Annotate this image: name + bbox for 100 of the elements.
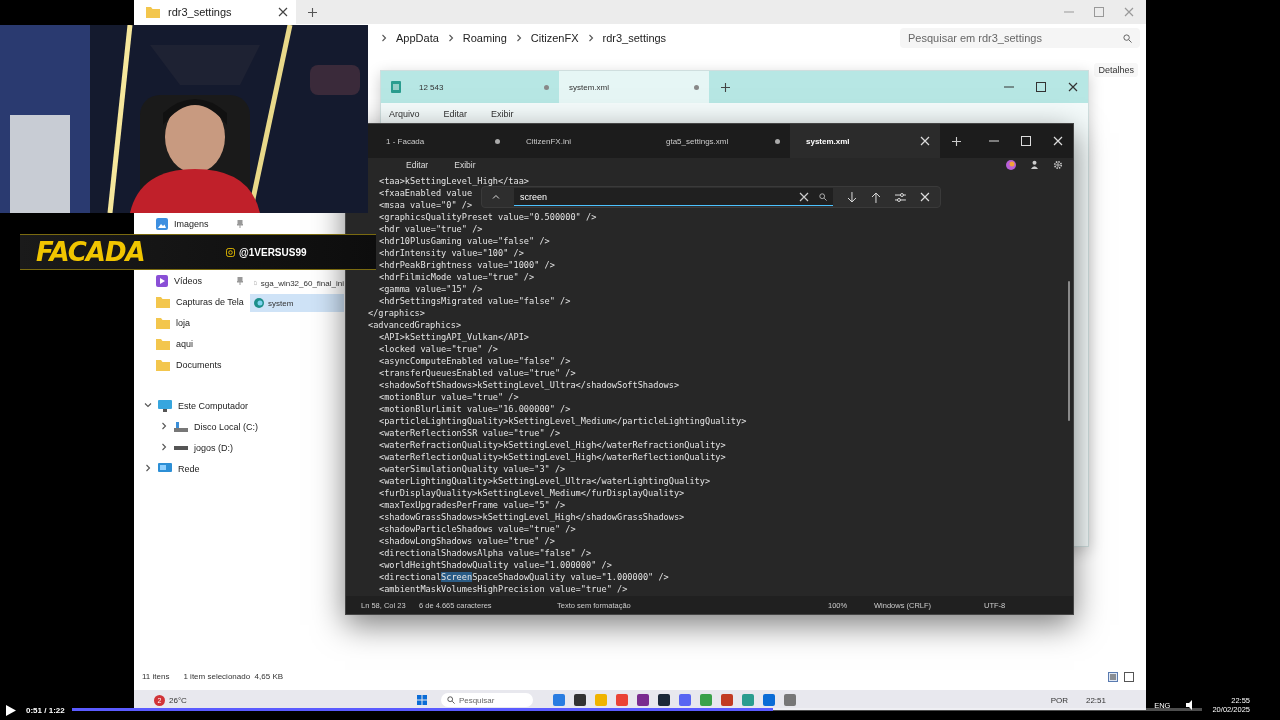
search-icon xyxy=(1123,33,1132,43)
clock-text[interactable]: 22:51 xyxy=(1085,695,1106,705)
breadcrumb-item[interactable]: Roaming xyxy=(462,32,507,44)
weather-text[interactable]: 26°C xyxy=(169,695,187,705)
taskbar-search[interactable]: Pesquisar xyxy=(440,693,533,707)
code-line: <directionalShadowsAlpha value="false" /> xyxy=(378,547,592,559)
chevron-right-icon[interactable] xyxy=(586,34,595,42)
menu-item[interactable]: Editar xyxy=(406,159,429,170)
monitor-icon xyxy=(158,399,172,412)
file-icon xyxy=(254,278,257,288)
chevron-right-icon[interactable] xyxy=(514,34,523,42)
list-view-icon[interactable] xyxy=(1108,672,1118,682)
code-line: <hdrPeakBrightness value="1000" /> xyxy=(378,259,555,271)
editor-tab[interactable]: system.xml xyxy=(559,71,709,103)
chevron-right-icon[interactable] xyxy=(160,421,168,430)
folder-icon xyxy=(156,316,170,329)
code-line: </graphics> xyxy=(368,307,425,319)
sidebar-item[interactable]: Imagens xyxy=(174,218,209,229)
windows-icon[interactable] xyxy=(416,695,427,705)
code-line: <shadowGrassShadows>kSettingLevel_High</shadowGrassShadows> xyxy=(378,511,685,523)
collapse-icon[interactable] xyxy=(492,193,500,201)
language-indicator[interactable]: POR xyxy=(1050,695,1068,705)
code-line: <furDisplayQuality>kSettingLevel_Medium</furDisplayQuality> xyxy=(378,487,685,499)
code-line: <maxTexUpgradesPerFrame value="5" /> xyxy=(378,499,566,511)
code-line: <shadowLongShadows value="true" /> xyxy=(378,535,555,547)
file-item[interactable]: sga_win32_60_final_ini xyxy=(250,274,344,292)
code-line: <hdrFilmicMode value="true" /> xyxy=(378,271,535,283)
code-line: <ambientMaskVolumesHighPrecision value="true" /> xyxy=(378,583,628,595)
tree-item[interactable]: jogos (D:) xyxy=(194,442,233,453)
breadcrumb-item[interactable]: AppData xyxy=(396,32,439,44)
chevron-right-icon[interactable] xyxy=(160,442,168,451)
details-button[interactable]: Detalhes xyxy=(1094,63,1138,77)
code-line: <graphicsQualityPreset value="0.500000" /> xyxy=(378,211,597,223)
settings-icon[interactable] xyxy=(1053,159,1063,170)
options-icon[interactable] xyxy=(895,192,907,202)
instagram-icon xyxy=(226,247,235,257)
menu-item[interactable]: Editar xyxy=(443,109,468,119)
code-line: <transferQueuesEnabled value="true" /> xyxy=(378,367,576,379)
code-line: <motionBlur value="true" /> xyxy=(378,391,519,403)
find-field[interactable]: screen xyxy=(513,188,834,206)
editor-tab[interactable]: gta5_settings.xml xyxy=(650,124,790,158)
editor-tab[interactable]: CitizenFX.ini xyxy=(510,124,650,158)
file-item[interactable]: system xyxy=(250,294,344,312)
chevron-right-icon[interactable] xyxy=(380,34,388,42)
code-line: <asyncComputeEnabled value="false" /> xyxy=(378,355,571,367)
code-line: <waterReflectionSSR value="true" /> xyxy=(378,427,561,439)
code-line: <locked value="true" /> xyxy=(378,343,498,355)
code-line: <taa>kSettingLevel_High</taa> xyxy=(378,175,530,187)
new-tab-icon[interactable] xyxy=(308,8,317,17)
tree-item[interactable]: Disco Local (C:) xyxy=(194,421,258,432)
account-icon[interactable] xyxy=(1030,160,1039,169)
sidebar-item[interactable]: Capturas de Tela xyxy=(176,296,244,307)
sidebar-item[interactable]: Documents xyxy=(176,359,222,370)
maximize-icon[interactable] xyxy=(1036,82,1046,92)
code-line: <directionalScreenSpaceShadowQuality value="1.000000" /> xyxy=(378,571,669,583)
code-line: <shadowSoftShadows>kSettingLevel_Ultra</shadowSoftShadows> xyxy=(378,379,680,391)
code-line: <advancedGraphics> xyxy=(368,319,462,331)
editor-tab[interactable]: system.xml xyxy=(790,124,940,158)
drive-icon xyxy=(174,445,188,450)
sidebar-item[interactable]: Vídeos xyxy=(174,275,203,286)
code-line: <waterReflectionQuality>kSettingLevel_High</waterReflectionQuality> xyxy=(378,451,726,463)
network-icon xyxy=(158,462,172,475)
menu-item[interactable]: Exibir xyxy=(491,109,514,119)
folder-icon xyxy=(156,295,170,308)
chevron-right-icon[interactable] xyxy=(446,34,455,42)
sidebar-item[interactable]: aqui xyxy=(176,338,193,349)
search-icon[interactable] xyxy=(819,192,828,201)
tree-item[interactable]: Este Computador xyxy=(178,400,249,411)
code-line: <hdr value="true" /> xyxy=(378,223,483,235)
breadcrumb-item[interactable]: CitizenFX xyxy=(530,32,579,44)
code-line: <msaa value="0" /> xyxy=(378,199,473,211)
tree-item[interactable]: Rede xyxy=(178,463,200,474)
notepad-icon xyxy=(391,81,401,93)
code-line: <waterRefractionQuality>kSettingLevel_High</waterRefractionQuality> xyxy=(378,439,726,451)
editor-tab[interactable]: 1 - Facada xyxy=(370,124,510,158)
copilot-icon[interactable] xyxy=(1006,159,1016,170)
menu-item[interactable]: Exibir xyxy=(454,159,476,170)
editor-tab[interactable]: 12 543 xyxy=(409,71,559,103)
close-icon[interactable] xyxy=(278,7,288,17)
code-line: <fxaaEnabled value xyxy=(378,187,473,199)
folder-icon xyxy=(146,6,160,18)
code-line: <motionBlurLimit value="16.000000" /> xyxy=(378,403,571,415)
menu-item[interactable]: Arquivo xyxy=(389,109,420,119)
folder-icon xyxy=(156,337,170,350)
chevron-down-icon[interactable] xyxy=(144,400,152,409)
play-icon[interactable] xyxy=(6,704,16,716)
video-icon xyxy=(156,274,168,287)
breadcrumb-item[interactable]: rdr3_settings xyxy=(602,32,667,44)
arrow-down-icon[interactable] xyxy=(847,191,858,203)
pictures-icon xyxy=(156,217,168,230)
sidebar-item[interactable]: loja xyxy=(176,317,190,328)
browser-file-icon xyxy=(254,298,264,308)
arrow-up-icon[interactable] xyxy=(871,191,882,203)
chevron-right-icon[interactable] xyxy=(144,463,152,472)
code-line: <particleLightingQuality>kSettingLevel_Medium</particleLightingQuality> xyxy=(378,415,747,427)
close-icon[interactable] xyxy=(1068,82,1078,92)
tiles-view-icon[interactable] xyxy=(1124,672,1134,682)
new-tab-icon[interactable] xyxy=(721,82,730,92)
search-field[interactable]: Pesquisar em rdr3_settings xyxy=(900,28,1140,48)
code-line: <hdrIntensity value="100" /> xyxy=(378,247,524,259)
